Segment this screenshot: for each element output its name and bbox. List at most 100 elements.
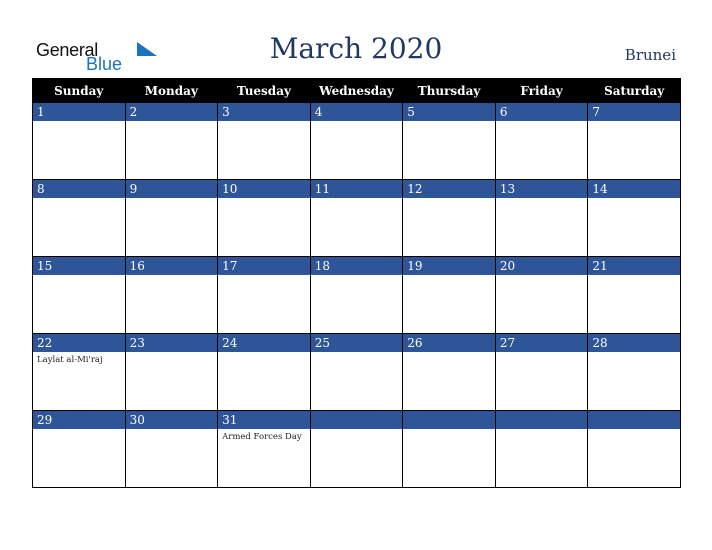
day-cell[interactable]: 8	[32, 179, 126, 257]
day-cell[interactable]: 12	[402, 179, 496, 257]
holiday-label	[311, 352, 403, 355]
holiday-label	[126, 121, 218, 124]
holiday-label	[496, 198, 588, 201]
holiday-label	[496, 275, 588, 278]
day-cell[interactable]: 10	[217, 179, 311, 257]
holiday-label	[311, 198, 403, 201]
weekday-header-sunday: Sunday	[32, 78, 126, 103]
holiday-label	[403, 121, 495, 124]
day-number: 2	[125, 103, 218, 121]
day-cell[interactable]: 26	[402, 333, 496, 411]
holiday-label	[311, 429, 403, 432]
day-cell[interactable]: 3	[217, 102, 311, 180]
holiday-label	[126, 275, 218, 278]
day-cell[interactable]: 27	[494, 333, 589, 411]
day-cell[interactable]: 14	[587, 179, 681, 257]
day-number: 27	[495, 334, 588, 352]
day-number: 24	[218, 334, 310, 352]
holiday-label	[588, 198, 680, 201]
holiday-label	[403, 198, 495, 201]
day-cell[interactable]: 5	[402, 102, 496, 180]
weekday-header-tuesday: Tuesday	[217, 78, 311, 103]
day-cell[interactable]: 15	[32, 256, 126, 334]
holiday-label	[588, 352, 680, 355]
holiday-label	[403, 275, 495, 278]
day-cell[interactable]: 22 Laylat al-Mi'raj	[32, 333, 126, 411]
day-number: 28	[588, 334, 680, 352]
day-cell[interactable]: 25	[309, 333, 404, 411]
holiday-label	[33, 121, 125, 124]
day-cell[interactable]: 29	[32, 410, 126, 488]
day-cell[interactable]: 7	[587, 102, 681, 180]
day-cell[interactable]: 19	[402, 256, 496, 334]
day-number: 9	[125, 180, 218, 198]
day-number: 4	[310, 103, 403, 121]
country-label: Brunei	[624, 46, 676, 64]
calendar-title: March 2020	[269, 32, 443, 65]
holiday-label	[588, 275, 680, 278]
day-number: 7	[588, 103, 680, 121]
holiday-label	[311, 121, 403, 124]
day-number: 25	[310, 334, 403, 352]
day-cell[interactable]: 9	[124, 179, 219, 257]
day-number: 8	[33, 180, 125, 198]
holiday-label	[218, 198, 310, 201]
day-number: 29	[33, 411, 125, 429]
day-number: 18	[310, 257, 403, 275]
day-cell[interactable]: 4	[309, 102, 404, 180]
weekday-header-thursday: Thursday	[402, 78, 496, 103]
day-cell[interactable]: 24	[217, 333, 311, 411]
week-row: 15 16 17 18 19 20 21	[32, 256, 681, 334]
holiday-label	[218, 275, 310, 278]
day-number: 15	[33, 257, 125, 275]
day-cell[interactable]	[587, 410, 681, 488]
holiday-label	[33, 429, 125, 432]
holiday-label	[218, 352, 310, 355]
day-number: 16	[125, 257, 218, 275]
day-cell[interactable]: 2	[124, 102, 219, 180]
day-cell[interactable]: 6	[494, 102, 589, 180]
week-row: 29 30 31 Armed Forces Day	[32, 410, 681, 488]
day-cell[interactable]: 21	[587, 256, 681, 334]
day-cell[interactable]: 1	[32, 102, 126, 180]
day-cell[interactable]: 28	[587, 333, 681, 411]
holiday-label	[33, 275, 125, 278]
day-number: 1	[33, 103, 125, 121]
day-cell[interactable]	[402, 410, 496, 488]
day-cell[interactable]: 18	[309, 256, 404, 334]
weekday-header-row: Sunday Monday Tuesday Wednesday Thursday Frid…	[32, 78, 681, 103]
day-number	[403, 411, 495, 429]
day-cell[interactable]: 17	[217, 256, 311, 334]
holiday-label	[311, 275, 403, 278]
holiday-label	[218, 121, 310, 124]
day-number: 10	[218, 180, 310, 198]
day-cell[interactable]: 11	[309, 179, 404, 257]
day-number	[495, 411, 588, 429]
day-cell[interactable]: 16	[124, 256, 219, 334]
weekday-header-wednesday: Wednesday	[309, 78, 404, 103]
day-cell[interactable]	[309, 410, 404, 488]
holiday-label	[403, 352, 495, 355]
day-number	[588, 411, 680, 429]
day-number: 13	[495, 180, 588, 198]
day-cell[interactable]: 23	[124, 333, 219, 411]
day-cell[interactable]: 20	[494, 256, 589, 334]
day-cell[interactable]: 30	[124, 410, 219, 488]
day-cell[interactable]	[494, 410, 589, 488]
holiday-label	[588, 121, 680, 124]
holiday-label: Armed Forces Day	[222, 432, 302, 442]
calendar-grid: Sunday Monday Tuesday Wednesday Thursday Frid…	[32, 78, 681, 488]
day-cell[interactable]: 13	[494, 179, 589, 257]
day-number: 19	[403, 257, 495, 275]
week-row: 22 Laylat al-Mi'raj 23 24 25 26 27 28	[32, 333, 681, 411]
holiday-label	[126, 429, 218, 432]
holiday-label	[33, 198, 125, 201]
weekday-header-friday: Friday	[494, 78, 589, 103]
day-number: 14	[588, 180, 680, 198]
day-number	[310, 411, 403, 429]
weekday-header-monday: Monday	[124, 78, 219, 103]
day-cell[interactable]: 31 Armed Forces Day	[217, 410, 311, 488]
week-row: 8 9 10 11 12 13 14	[32, 179, 681, 257]
day-number: 31	[218, 411, 310, 429]
day-number: 3	[218, 103, 310, 121]
